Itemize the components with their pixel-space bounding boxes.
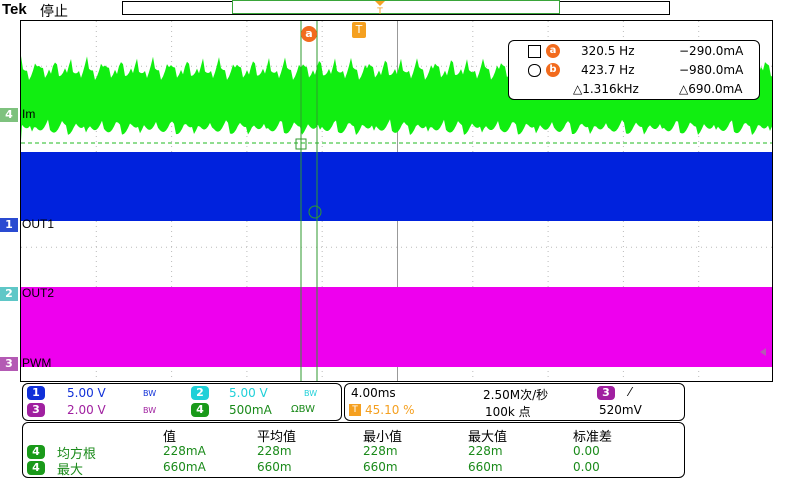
trigger-slope-icon[interactable]: ⁄ [629,385,631,399]
ch4-badge[interactable]: 4 [191,403,209,417]
vertical-settings-panel[interactable]: 1 5.00 V BW 2 5.00 V BW 3 2.00 V BW 4 50… [22,383,342,421]
cursor-b-frequency: 423.7 Hz [581,63,635,77]
cursor-a-badge: a [301,26,317,42]
ch2-badge[interactable]: 2 [191,386,209,400]
ch4-label: Im [22,107,36,121]
acquisition-status: 停止 [40,4,68,20]
measurements-panel[interactable]: 值 平均值 最小值 最大值 标准差 4 均方根 228mA 228m 228m … [22,422,685,478]
cursor-b-value: −980.0mA [679,63,744,77]
brand-logo: Tek [2,1,27,18]
cursor-a-tag: a [546,44,560,58]
trigger-cursor-label: T [355,23,363,36]
ch4-scale[interactable]: 500mA [229,403,272,417]
ch3-label: PWM [22,356,52,370]
horizontal-trigger-panel[interactable]: 4.00ms 2.50M次/秒 3 ⁄ T 45.10 % 100k 点 520… [344,383,685,421]
ch2-label: OUT2 [22,286,55,300]
svg-text:T: T [376,7,383,15]
ch3-bw-icon: BW [143,406,157,415]
circle-cursor-icon [528,64,541,77]
meas-stddev: 0.00 [573,444,600,458]
cursor-delta-frequency: △1.316kHz [573,82,639,96]
ch4-bw-icon: ΩBW [291,404,316,415]
ch1-scale[interactable]: 5.00 V [67,386,106,400]
timebase[interactable]: 4.00ms [351,386,396,400]
ch1-marker[interactable]: 1 [0,218,18,232]
top-status-bar: Tek 停止 T [0,0,800,20]
meas-mean: 660m [257,460,292,474]
meas-value: 228mA [163,444,206,458]
trigger-position-icon: T [375,1,385,17]
ch3-scale[interactable]: 2.00 V [67,403,106,417]
cursor-readout-box: a 320.5 Hz −290.0mA b 423.7 Hz −980.0mA … [508,40,760,100]
cursor-b-tag: b [546,63,560,77]
ch3-badge[interactable]: 3 [27,403,45,417]
meas-max: 228m [468,444,503,458]
record-length[interactable]: 100k 点 [485,403,531,420]
right-edge-arrow-icon [760,348,766,356]
ch4-marker[interactable]: 4 [0,108,18,122]
ch3-marker[interactable]: 3 [0,357,18,371]
meas-header-stddev: 标准差 [573,430,613,445]
meas-min: 228m [363,444,398,458]
ch2-marker[interactable]: 2 [0,287,18,301]
meas-header-max: 最大值 [468,430,508,445]
record-view-window[interactable] [232,0,560,14]
meas-min: 660m [363,460,398,474]
waveforms [21,56,772,367]
square-cursor-icon [528,45,541,58]
sample-rate: 2.50M次/秒 [483,388,549,402]
ch3-waveform [21,287,772,367]
cursor-a-value: −290.0mA [679,44,744,58]
meas-row-ch-badge: 4 [27,445,45,459]
trigger-position[interactable]: 45.10 % [365,403,415,417]
trigger-source-badge[interactable]: 3 [597,386,615,400]
meas-row-name: 最大 [57,463,84,478]
meas-mean: 228m [257,444,292,458]
ch1-label: OUT1 [22,217,55,231]
cursor-a-frequency: 320.5 Hz [581,44,635,58]
ch2-bw-icon: BW [304,389,318,398]
meas-header-mean: 平均值 [257,430,297,445]
ch1-bw-icon: BW [143,389,157,398]
meas-value: 660mA [163,460,206,474]
meas-max: 660m [468,460,503,474]
trigger-position-badge-icon: T [349,404,361,416]
meas-header-min: 最小值 [363,430,403,445]
trigger-position-marker[interactable]: T [374,0,386,17]
cursor-a-marker[interactable]: a [301,22,319,42]
trigger-cursor-marker[interactable]: T [352,22,366,38]
meas-stddev: 0.00 [573,460,600,474]
cursor-delta-value: △690.0mA [679,82,743,96]
meas-row-ch-badge: 4 [27,461,45,475]
meas-header-value: 值 [163,430,177,445]
ch2-scale[interactable]: 5.00 V [229,386,268,400]
ch1-badge[interactable]: 1 [27,386,45,400]
trigger-level[interactable]: 520mV [599,403,642,417]
